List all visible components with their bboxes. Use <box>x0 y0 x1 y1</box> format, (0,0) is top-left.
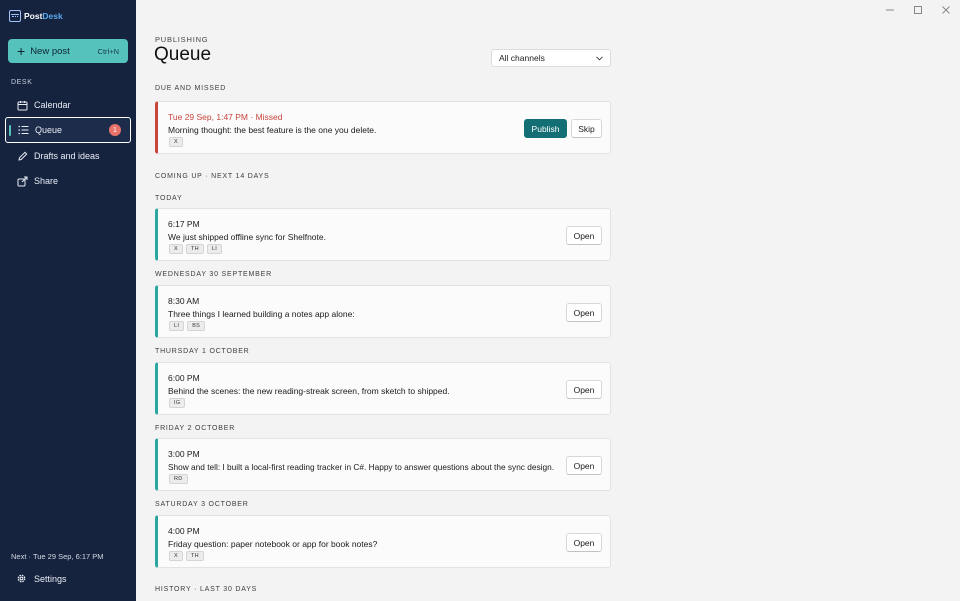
open-button[interactable]: Open <box>566 303 602 322</box>
post-channel-tags: X <box>169 137 183 147</box>
post-time: Tue 29 Sep, 1:47 PM · Missed <box>168 112 283 122</box>
logo-text-desk: Desk <box>42 11 63 21</box>
sidebar-item-drafts[interactable]: Drafts and ideas <box>5 143 131 169</box>
group-label-coming-up: COMING UP · NEXT 14 DAYS <box>155 173 270 180</box>
post-time: 6:00 PM <box>168 373 200 383</box>
open-button[interactable]: Open <box>566 456 602 475</box>
channel-tag: BS <box>187 321 206 331</box>
page-eyebrow: PUBLISHING <box>155 35 209 44</box>
channel-tag: LI <box>206 244 223 254</box>
post-text: Show and tell: I built a local-first rea… <box>168 462 555 472</box>
close-icon <box>942 6 950 14</box>
channel-tag: RD <box>169 474 188 484</box>
post-channel-tags: LI BS <box>169 321 206 331</box>
sidebar-item-label: Calendar <box>34 100 71 110</box>
post-time: 8:30 AM <box>168 296 200 306</box>
missed-post-card: Tue 29 Sep, 1:47 PM · Missed Morning tho… <box>155 101 611 154</box>
post-text: Three things I learned building a notes … <box>168 309 355 319</box>
chevron-down-icon <box>596 55 603 61</box>
post-channel-tags: IG <box>169 398 186 408</box>
plus-icon: + <box>17 43 26 59</box>
post-channel-tags: X TH <box>169 551 204 561</box>
minimize-icon <box>886 9 894 11</box>
maximize-button[interactable] <box>911 4 925 16</box>
page-title: Queue <box>154 44 212 65</box>
sidebar-item-label: Drafts and ideas <box>34 151 100 161</box>
channel-filter-select[interactable]: All channels <box>491 49 611 67</box>
channel-tag: IG <box>169 398 186 408</box>
settings-label: Settings <box>34 573 67 584</box>
sidebar-item-label: Share <box>34 176 59 186</box>
group-label-history: HISTORY · LAST 30 DAYS <box>155 586 258 593</box>
post-text: Friday question: paper notebook or app f… <box>168 539 378 549</box>
settings-button[interactable]: Settings <box>16 573 67 584</box>
new-post-shortcut: Ctrl+N <box>97 46 119 56</box>
sidebar-item-label: Queue <box>35 125 63 135</box>
channel-filter-value: All channels <box>499 53 545 63</box>
calendar-logo-icon <box>9 10 21 22</box>
new-post-label: New post <box>30 45 70 57</box>
gear-icon <box>16 573 27 584</box>
pencil-icon <box>16 150 28 162</box>
channel-tag: X <box>169 244 183 254</box>
day-label-saturday: SATURDAY 3 OCTOBER <box>155 501 249 508</box>
scheduled-post-card: 4:00 PM Friday question: paper notebook … <box>155 515 611 568</box>
maximize-icon <box>914 6 922 14</box>
post-text: We just shipped offline sync for Shelfno… <box>168 232 326 242</box>
day-label-wednesday: WEDNESDAY 30 SEPTEMBER <box>155 271 272 278</box>
day-label-today: TODAY <box>155 195 183 202</box>
channel-tag: LI <box>169 321 185 331</box>
sidebar-item-share[interactable]: Share <box>5 168 131 194</box>
post-text: Behind the scenes: the new reading-strea… <box>168 386 450 396</box>
open-button[interactable]: Open <box>566 533 602 552</box>
day-label-thursday: THURSDAY 1 OCTOBER <box>155 348 250 355</box>
post-text: Morning thought: the best feature is the… <box>168 125 377 135</box>
logo-text-post: Post <box>24 11 43 21</box>
group-label-due: DUE AND MISSED <box>155 85 227 92</box>
close-button[interactable] <box>939 4 953 16</box>
scheduled-post-card: 6:17 PM We just shipped offline sync for… <box>155 208 611 261</box>
open-button[interactable]: Open <box>566 380 602 399</box>
open-button[interactable]: Open <box>566 226 602 245</box>
post-channel-tags: X TH LI <box>169 244 223 254</box>
post-time: 6:17 PM <box>168 219 200 229</box>
calendar-icon <box>16 99 28 111</box>
queue-count-badge: 1 <box>109 124 121 136</box>
scheduled-post-card: 3:00 PM Show and tell: I built a local-f… <box>155 438 611 491</box>
sidebar-section-label: DESK <box>11 79 33 86</box>
day-label-friday: FRIDAY 2 OCTOBER <box>155 425 236 432</box>
minimize-button[interactable] <box>883 4 897 16</box>
sidebar: Post Desk + New post Ctrl+N DESK Calendar… <box>0 0 136 601</box>
scheduled-post-card: 6:00 PM Behind the scenes: the new readi… <box>155 362 611 415</box>
next-post-info: Next · Tue 29 Sep, 6:17 PM <box>11 552 104 561</box>
sidebar-item-calendar[interactable]: Calendar <box>5 92 131 118</box>
post-time: 3:00 PM <box>168 449 200 459</box>
new-post-button[interactable]: + New post Ctrl+N <box>8 39 128 63</box>
scheduled-post-card: 8:30 AM Three things I learned building … <box>155 285 611 338</box>
channel-tag: X <box>169 551 183 561</box>
skip-button[interactable]: Skip <box>571 119 602 138</box>
channel-tag: TH <box>185 551 204 561</box>
post-time: 4:00 PM <box>168 526 200 536</box>
list-icon <box>17 124 29 136</box>
share-icon <box>16 175 28 187</box>
app-logo: Post Desk <box>9 10 63 22</box>
sidebar-item-queue[interactable]: Queue 1 <box>5 117 131 143</box>
channel-tag: TH <box>185 244 204 254</box>
channel-tag: X <box>169 137 183 147</box>
publish-button[interactable]: Publish <box>524 119 567 138</box>
post-channel-tags: RD <box>169 474 188 484</box>
